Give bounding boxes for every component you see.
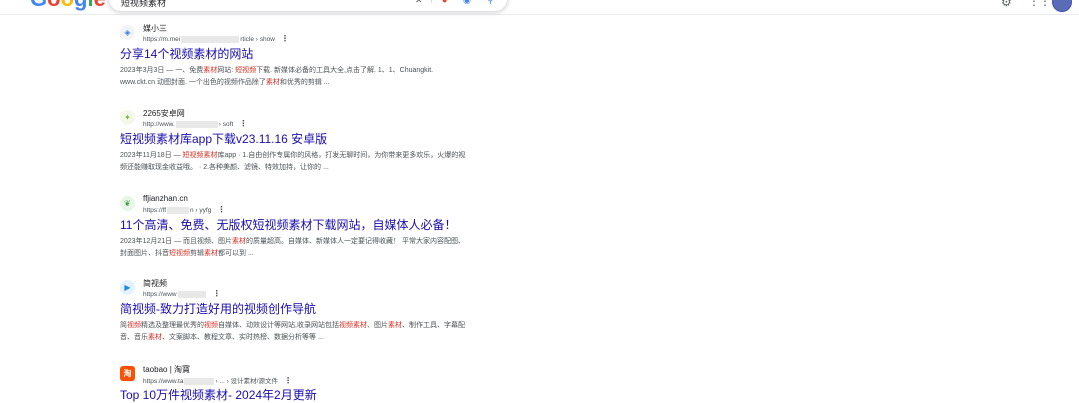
- top-bar: Google 短视频素材 ✕ ● ◉ ⚲ ⚙ ⋮⋮⋮: [0, 0, 1079, 15]
- result-title-link[interactable]: 11个高清、免费、无版权短视频素材下载网站，自媒体人必备！: [120, 216, 456, 233]
- site-favicon-icon[interactable]: ✦: [120, 110, 135, 125]
- snippet-highlight: 素材: [265, 79, 280, 86]
- url-suffix: rticle › show: [240, 36, 275, 43]
- snippet-highlight: 素材: [387, 322, 402, 329]
- redacted-block: [181, 35, 240, 43]
- logo-letter: o: [47, 0, 60, 11]
- snippet-highlight: 素材: [148, 334, 162, 341]
- search-input[interactable]: 短视频素材: [121, 0, 166, 9]
- snippet-text: 简: [120, 322, 127, 329]
- result-url[interactable]: https://www ⋮: [143, 289, 221, 298]
- result-site-name[interactable]: ffjianzhan.cn: [143, 194, 188, 203]
- snippet-highlight: 素材: [203, 67, 218, 74]
- logo-letter: e: [94, 0, 106, 11]
- result-snippet: 2023年12月21日 — 而且视频、图片素材的质量超高。自媒体、新媒体人一定要…: [120, 236, 470, 260]
- url-prefix: https://www.ta: [143, 378, 184, 385]
- result-snippet: 简视频精选及整理最优秀的视频自媒体、动效设计等网站,收录网站包括视频素材、图片素…: [120, 320, 470, 344]
- result-title-link[interactable]: 简视频-致力打造好用的视频创作导航: [120, 300, 316, 317]
- snippet-text: 剪辑: [190, 250, 204, 257]
- search-divider: [431, 0, 432, 3]
- search-box[interactable]: 短视频素材 ✕ ● ◉ ⚲: [108, 0, 508, 12]
- snippet-text: 都可以到 ...: [218, 250, 254, 257]
- more-options-icon[interactable]: ⋮: [284, 376, 292, 385]
- result-title-link[interactable]: 短视频素材库app下载v23.11.16 安卓版: [120, 130, 327, 147]
- result-snippet: 2023年3月3日 — 一、免费素材网站: 短视频下载. 新媒体必备的工具大全,…: [120, 65, 470, 89]
- snippet-highlight: 短视频素材: [182, 152, 218, 159]
- redacted-block: [184, 377, 215, 385]
- more-options-icon[interactable]: ⋮: [281, 34, 289, 43]
- site-favicon-icon[interactable]: ◈: [120, 25, 135, 40]
- close-icon[interactable]: ✕: [415, 0, 423, 5]
- result-site-name[interactable]: 媒小三: [143, 23, 167, 34]
- search-icon[interactable]: ⚲: [487, 0, 494, 5]
- snippet-text: 、图片: [366, 322, 388, 329]
- snippet-text: 、文案脚本、教程文章、实时热榜、数据分析等等 ...: [162, 334, 324, 341]
- redacted-block: [175, 120, 218, 128]
- result-title-link[interactable]: Top 10万件视频素材- 2024年2月更新: [120, 386, 317, 403]
- snippet-highlight: 视频素材: [338, 322, 367, 329]
- url-suffix: › ... › 设计素材/源文件: [215, 378, 278, 385]
- snippet-text: 2023年12月21日 — 而且视频、图片: [120, 238, 233, 245]
- snippet-highlight: 素材: [232, 238, 247, 245]
- result-site-name[interactable]: taobao | 淘寶: [143, 364, 190, 375]
- snippet-text: 和优秀的剪辑 ...: [279, 79, 330, 86]
- url-suffix: › soft: [218, 121, 234, 128]
- result-url[interactable]: https://ff n › yyfg ⋮: [143, 205, 225, 214]
- avatar[interactable]: [1052, 0, 1072, 12]
- logo-letter: g: [74, 0, 87, 11]
- result-url[interactable]: http://www. › soft ⋮: [143, 119, 247, 128]
- google-lens-icon[interactable]: ◉: [463, 0, 471, 5]
- snippet-highlight: 视频: [127, 322, 141, 329]
- more-options-icon[interactable]: ⋮: [217, 205, 225, 214]
- microphone-icon[interactable]: ●: [442, 0, 447, 5]
- result-site-name[interactable]: 2265安卓网: [143, 108, 185, 119]
- gear-icon[interactable]: ⚙: [1001, 0, 1012, 9]
- result-url[interactable]: https://www.ta › ... › 设计素材/源文件 ⋮: [143, 375, 292, 385]
- google-logo[interactable]: Google: [30, 0, 106, 10]
- snippet-highlight: 素材: [204, 250, 218, 257]
- snippet-text: 网站:: [217, 67, 236, 74]
- result-site-name[interactable]: 简视频: [143, 278, 167, 289]
- snippet-text: 2023年3月3日 — 一、免费: [120, 67, 204, 74]
- more-options-icon[interactable]: ⋮: [213, 289, 221, 298]
- url-prefix: https://ff: [143, 207, 167, 214]
- site-favicon-icon[interactable]: 淘: [120, 366, 135, 381]
- more-options-icon[interactable]: ⋮: [239, 119, 247, 128]
- logo-letter: G: [30, 0, 47, 11]
- snippet-highlight: 短视频: [235, 67, 257, 74]
- redacted-block: [167, 206, 190, 214]
- site-favicon-icon[interactable]: ❦: [120, 196, 135, 211]
- snippet-highlight: 短视频: [169, 250, 190, 257]
- url-prefix: http://www.: [143, 121, 175, 128]
- site-favicon-icon[interactable]: ▶: [120, 280, 135, 295]
- snippet-text: 精选及整理最优秀的: [141, 322, 204, 329]
- url-suffix: n › yyfg: [190, 207, 212, 214]
- snippet-text: 自媒体、动效设计等网站,收录网站包括: [218, 322, 339, 329]
- snippet-highlight: 视频: [204, 322, 218, 329]
- logo-letter: o: [61, 0, 74, 11]
- url-prefix: https://www: [143, 291, 177, 298]
- url-prefix: https://m.mei: [143, 36, 181, 43]
- result-url[interactable]: https://m.mei rticle › show ⋮: [143, 34, 289, 43]
- result-title-link[interactable]: 分享14个视频素材的网站: [120, 45, 253, 62]
- redacted-block: [177, 290, 206, 298]
- snippet-text: 2023年11月18日 —: [120, 152, 183, 159]
- result-snippet: 2023年11月18日 — 短视频素材库app · 1.自由创作专属你的风格，打…: [120, 150, 470, 174]
